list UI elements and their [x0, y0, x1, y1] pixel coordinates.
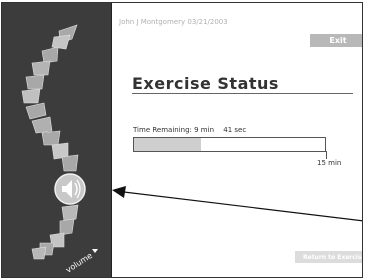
volume-label: volume	[64, 251, 94, 275]
app-window: volume John J Montgomery 03/21/2003 Exit…	[1, 2, 363, 278]
progress-max-label: 15 min	[317, 159, 342, 167]
user-name: John J Montgomery	[119, 18, 186, 26]
return-to-exercise-button[interactable]: Return to Exercise	[295, 251, 362, 263]
minutes-value: 9 min	[194, 126, 215, 134]
progress-end-tick	[326, 151, 327, 159]
session-date: 03/21/2003	[187, 18, 228, 26]
volume-slider-track[interactable]	[21, 24, 79, 260]
user-info: John J Montgomery 03/21/2003	[119, 18, 228, 26]
time-remaining-label: Time Remaining:	[133, 126, 192, 134]
seconds-value: 41 sec	[223, 126, 247, 134]
title-divider	[132, 93, 353, 94]
progress-bar	[133, 137, 326, 152]
page-title: Exercise Status	[132, 74, 279, 93]
time-remaining: Time Remaining: 9 min 41 sec	[133, 126, 246, 134]
main-panel: John J Montgomery 03/21/2003 Exit Exerci…	[111, 3, 362, 277]
chevron-down-icon	[92, 249, 98, 253]
progress-fill	[134, 138, 201, 151]
exit-button[interactable]: Exit	[310, 34, 362, 47]
sidebar: volume	[2, 3, 112, 277]
